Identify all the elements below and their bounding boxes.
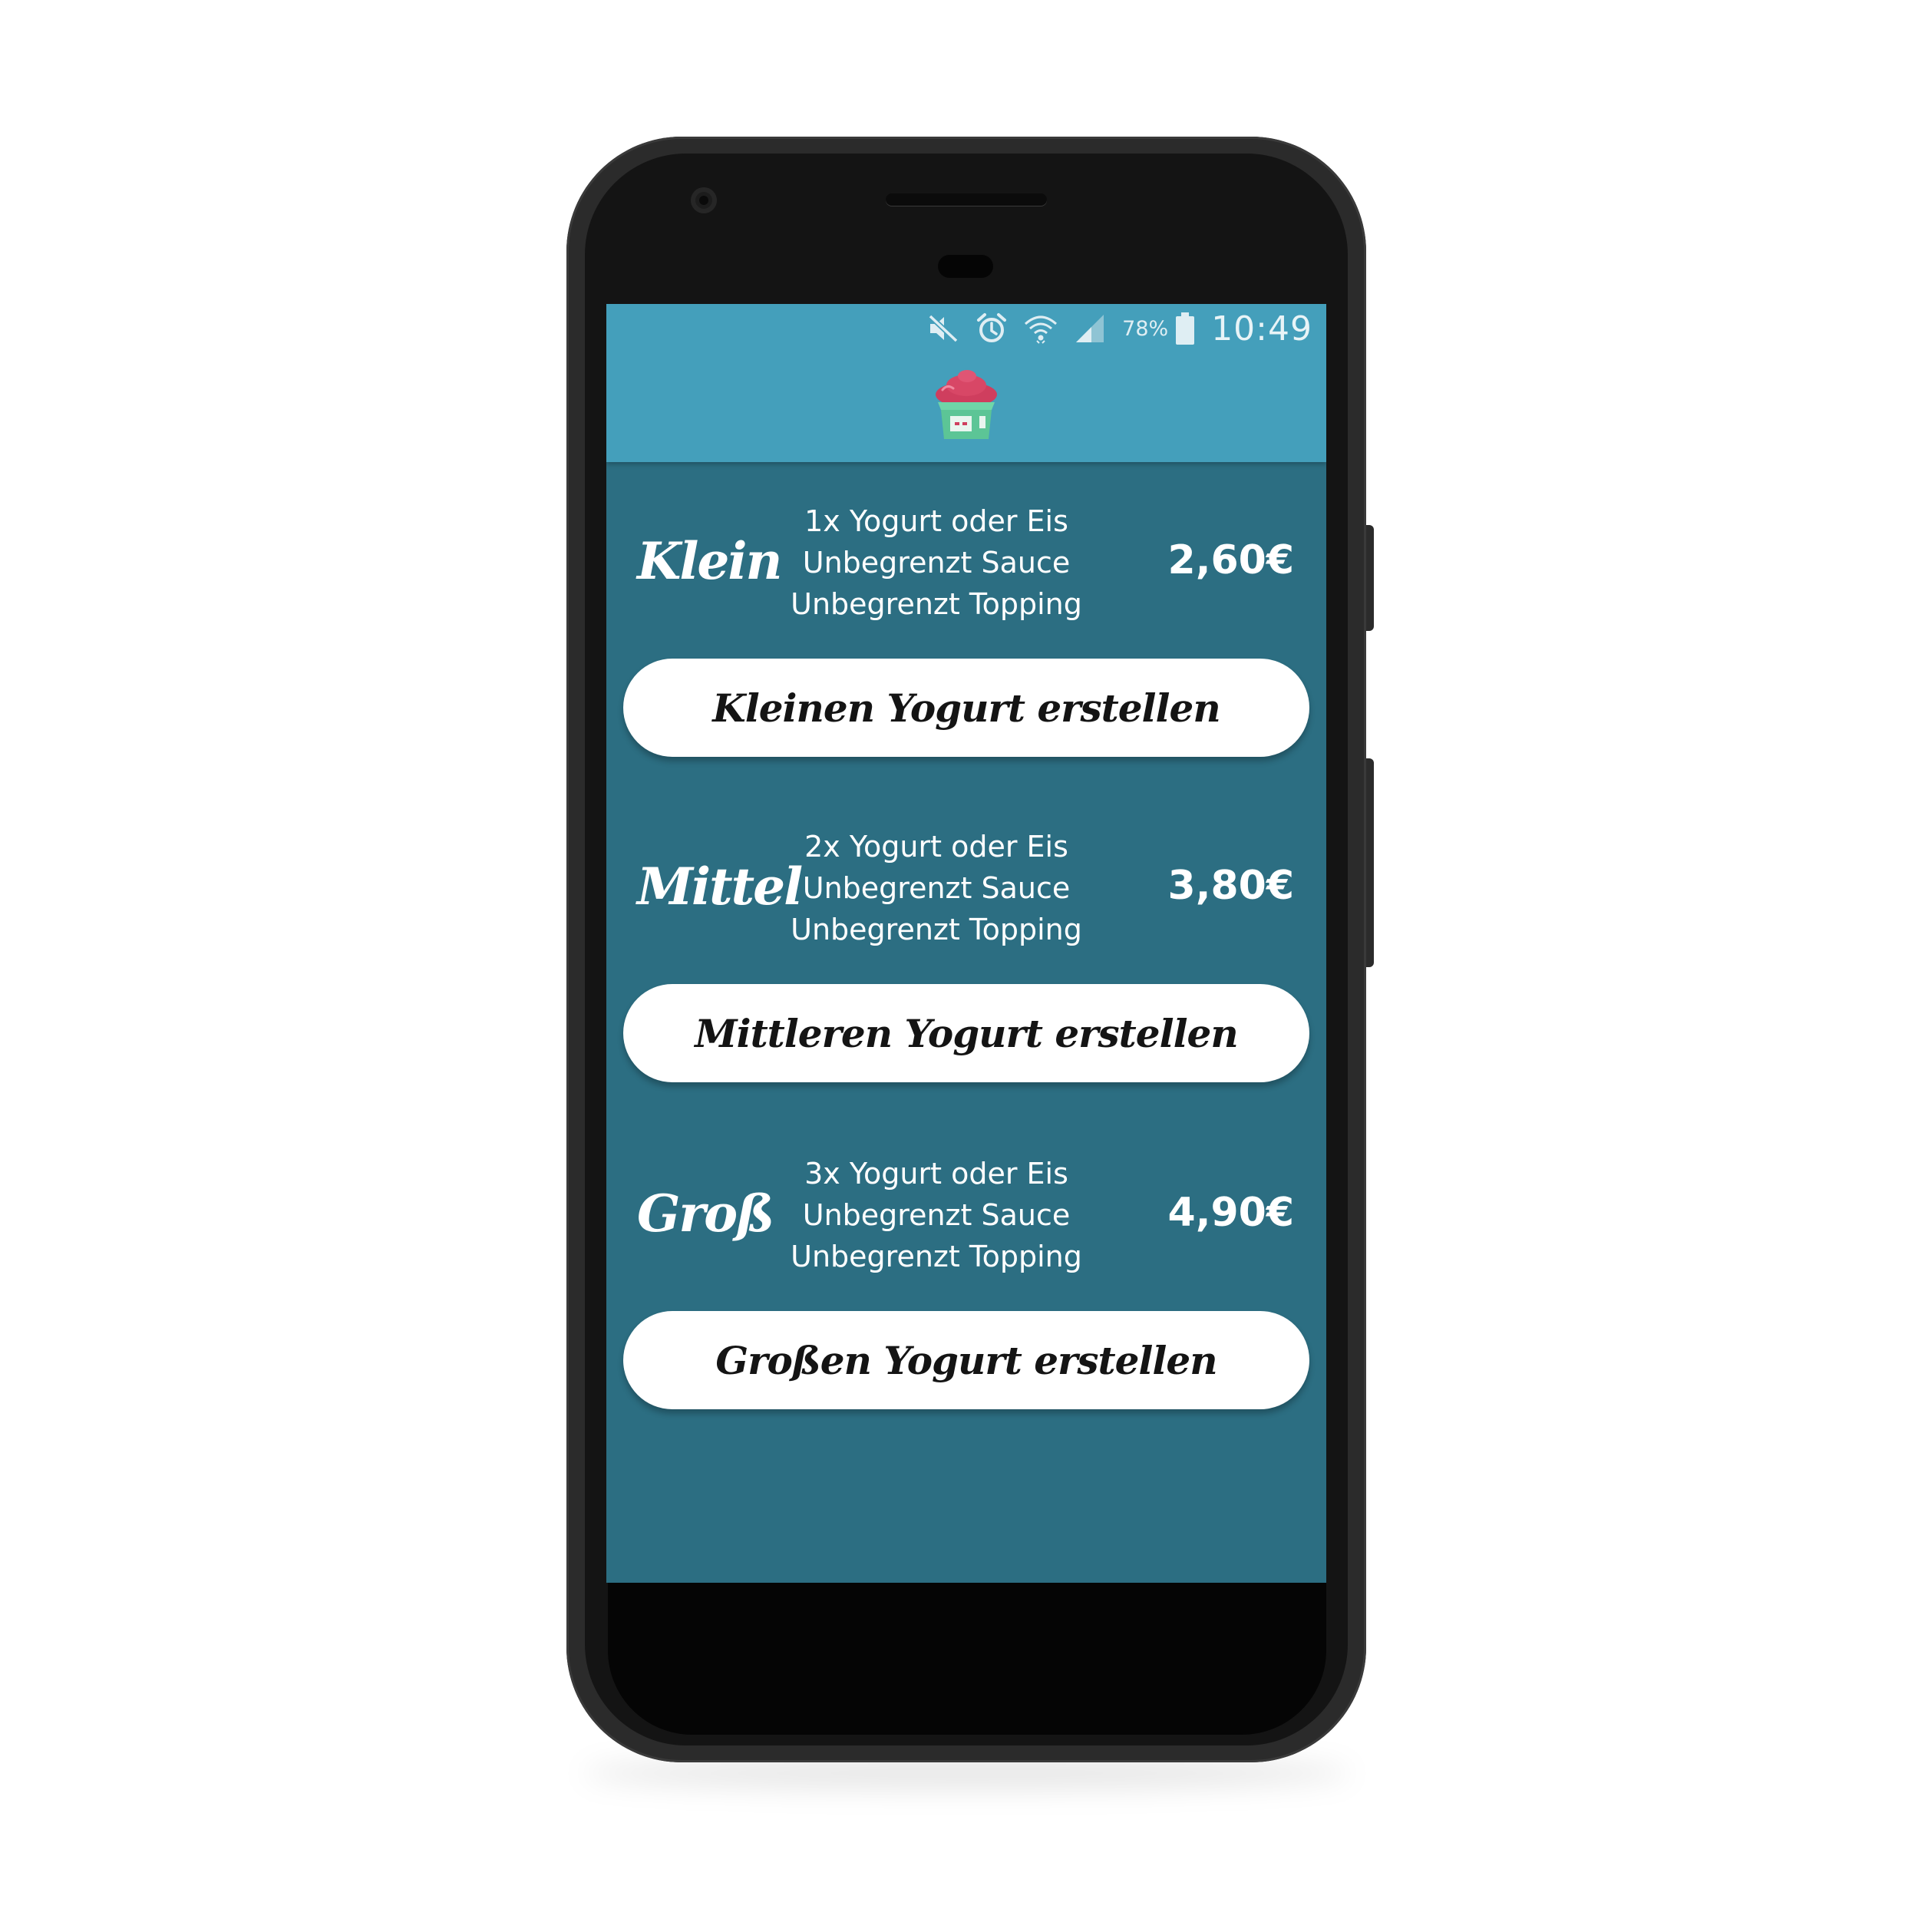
- size-price: 4,90€: [1167, 1190, 1294, 1236]
- feature-line: Unbegrenzt Topping: [791, 1240, 1082, 1273]
- create-medium-yogurt-button[interactable]: Mittleren Yogurt erstellen: [623, 984, 1309, 1082]
- feature-line: Unbegrenzt Topping: [791, 587, 1082, 621]
- proximity-sensor: [938, 255, 993, 278]
- size-name: Mittel: [637, 857, 803, 916]
- size-features: 2x Yogurt oder Eis Unbegrenzt Sauce Unbe…: [783, 826, 1090, 950]
- volume-button: [1366, 758, 1374, 967]
- create-small-yogurt-button[interactable]: Kleinen Yogurt erstellen: [623, 659, 1309, 757]
- feature-line: Unbegrenzt Sauce: [802, 1198, 1071, 1232]
- create-large-yogurt-button[interactable]: Großen Yogurt erstellen: [623, 1311, 1309, 1409]
- front-camera-icon: [691, 187, 717, 213]
- wifi-icon: [1024, 313, 1058, 344]
- battery-icon: [1176, 312, 1195, 345]
- feature-line: Unbegrenzt Topping: [791, 913, 1082, 946]
- size-features: 1x Yogurt oder Eis Unbegrenzt Sauce Unbe…: [783, 500, 1090, 625]
- alarm-icon: [976, 312, 1007, 345]
- app-header: 78% 10:49: [606, 304, 1326, 462]
- feature-line: 2x Yogurt oder Eis: [804, 830, 1068, 864]
- mute-icon: [927, 313, 959, 344]
- app-screen: 78% 10:49 Klein 1x Yogurt oder Eis Unbeg…: [606, 304, 1326, 1583]
- feature-line: Unbegrenzt Sauce: [802, 546, 1071, 580]
- status-bar: 78% 10:49: [927, 309, 1312, 348]
- earpiece-speaker: [886, 193, 1047, 206]
- size-price: 2,60€: [1167, 537, 1294, 583]
- size-name: Groß: [637, 1184, 774, 1243]
- feature-line: 1x Yogurt oder Eis: [804, 504, 1068, 538]
- phone-shadow: [583, 1758, 1351, 1788]
- phone-chin: [608, 1581, 1326, 1735]
- signal-icon: [1075, 313, 1105, 344]
- status-clock: 10:49: [1211, 309, 1312, 348]
- size-price: 3,80€: [1167, 863, 1294, 909]
- size-features: 3x Yogurt oder Eis Unbegrenzt Sauce Unbe…: [783, 1153, 1090, 1277]
- power-button: [1366, 525, 1374, 631]
- feature-line: Unbegrenzt Sauce: [802, 871, 1071, 905]
- battery-percent: 78%: [1122, 316, 1169, 341]
- size-name: Klein: [637, 531, 782, 591]
- feature-line: 3x Yogurt oder Eis: [804, 1157, 1068, 1191]
- frozen-yogurt-cup-icon: [932, 368, 1001, 445]
